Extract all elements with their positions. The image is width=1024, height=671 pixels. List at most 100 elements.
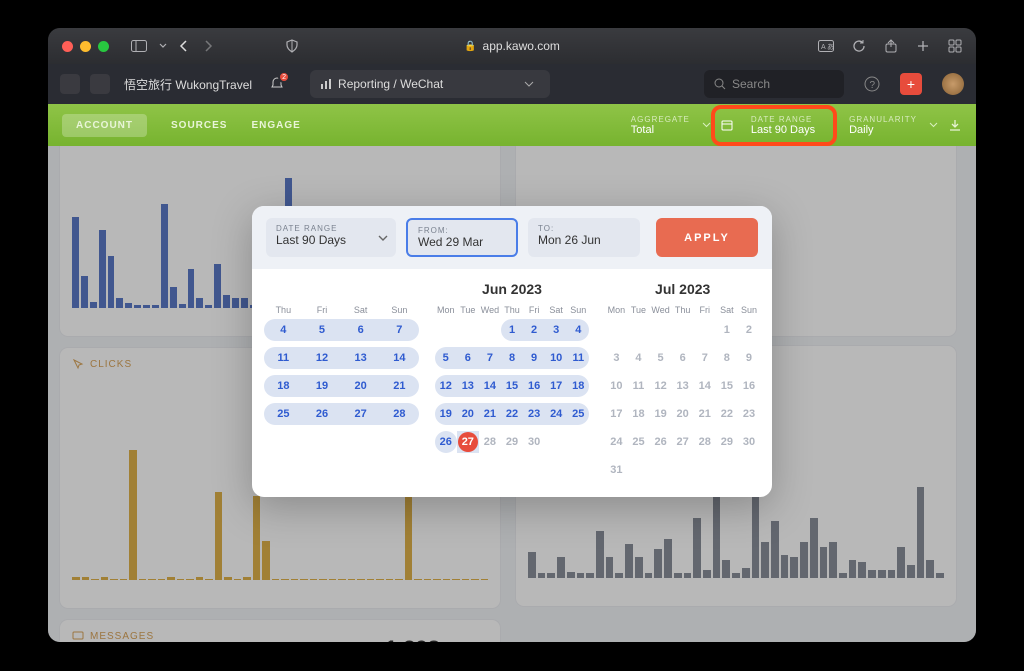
calendar-day[interactable]: 18 <box>627 403 649 425</box>
calendar-day[interactable]: 23 <box>523 403 545 425</box>
search-input[interactable]: Search <box>704 70 844 98</box>
calendar-day[interactable]: 13 <box>341 347 380 369</box>
refresh-icon[interactable] <box>852 39 866 53</box>
calendar-day[interactable]: 14 <box>694 375 716 397</box>
calendar-day[interactable]: 7 <box>694 347 716 369</box>
calendar-day[interactable]: 22 <box>501 403 523 425</box>
calendar-day[interactable] <box>457 319 479 341</box>
notifications-button[interactable]: 2 <box>270 77 284 91</box>
shield-icon[interactable] <box>285 39 299 53</box>
calendar-day[interactable]: 10 <box>605 375 627 397</box>
calendar-day[interactable]: 4 <box>627 347 649 369</box>
brand-name[interactable]: 悟空旅行 WukongTravel <box>124 76 252 93</box>
back-button[interactable] <box>175 40 192 52</box>
range-preset-selector[interactable]: DATE RANGE Last 90 Days <box>266 218 396 257</box>
calendar-day[interactable]: 5 <box>650 347 672 369</box>
calendar-day[interactable]: 16 <box>738 375 760 397</box>
calendar-day[interactable]: 11 <box>264 347 303 369</box>
calendar-day[interactable]: 29 <box>501 431 523 453</box>
tab-account[interactable]: ACCOUNT <box>62 114 147 137</box>
calendar-day[interactable]: 6 <box>672 347 694 369</box>
calendar-day[interactable]: 1 <box>716 319 738 341</box>
avatar[interactable] <box>942 73 964 95</box>
calendar-day[interactable]: 23 <box>738 403 760 425</box>
calendar-day[interactable]: 2 <box>523 319 545 341</box>
calendar-day[interactable]: 13 <box>457 375 479 397</box>
help-icon[interactable]: ? <box>864 76 880 92</box>
calendar-day[interactable]: 19 <box>303 375 342 397</box>
calendar-day[interactable]: 30 <box>523 431 545 453</box>
calendar-day[interactable]: 20 <box>457 403 479 425</box>
granularity-selector[interactable]: GRANULARITY Daily <box>837 111 938 140</box>
forward-button[interactable] <box>200 40 217 52</box>
apply-button[interactable]: APPLY <box>656 218 758 257</box>
date-range-selector[interactable]: DATE RANGE Last 90 Days <box>721 111 827 140</box>
calendar-day[interactable]: 25 <box>264 403 303 425</box>
calendar-day[interactable]: 6 <box>341 319 380 341</box>
calendar-day[interactable] <box>694 319 716 341</box>
calendar-day[interactable]: 26 <box>650 431 672 453</box>
calendar-day[interactable]: 1 <box>501 319 523 341</box>
calendar-day[interactable]: 18 <box>264 375 303 397</box>
calendar-day[interactable]: 19 <box>435 403 457 425</box>
tab-dropdown-icon[interactable] <box>159 43 167 49</box>
calendar-day[interactable]: 19 <box>650 403 672 425</box>
calendar-day[interactable]: 5 <box>303 319 342 341</box>
calendar-day[interactable]: 7 <box>380 319 419 341</box>
calendar-day[interactable]: 17 <box>605 403 627 425</box>
calendar-day[interactable]: 15 <box>501 375 523 397</box>
translate-icon[interactable]: Aあ <box>818 40 834 52</box>
calendar-day[interactable] <box>650 319 672 341</box>
calendar-day[interactable]: 11 <box>627 375 649 397</box>
calendar-day[interactable]: 13 <box>672 375 694 397</box>
calendar-day[interactable]: 10 <box>545 347 567 369</box>
calendar-day[interactable]: 24 <box>545 403 567 425</box>
calendar-day[interactable] <box>627 319 649 341</box>
calendar-day[interactable]: 28 <box>479 431 501 453</box>
sidebar-toggle-icon[interactable] <box>131 40 147 52</box>
aggregate-selector[interactable]: AGGREGATE Total <box>619 111 711 140</box>
calendar-day[interactable]: 4 <box>567 319 589 341</box>
calendar-day[interactable]: 14 <box>380 347 419 369</box>
calendar-day[interactable]: 27 <box>341 403 380 425</box>
calendar-day[interactable]: 26 <box>303 403 342 425</box>
calendar-day[interactable]: 31 <box>605 459 627 481</box>
new-tab-icon[interactable] <box>916 39 930 53</box>
calendar-day[interactable] <box>435 319 457 341</box>
calendar-day[interactable]: 20 <box>672 403 694 425</box>
calendar-day[interactable]: 15 <box>716 375 738 397</box>
calendar-day[interactable]: 6 <box>457 347 479 369</box>
calendar-day[interactable]: 27 <box>672 431 694 453</box>
calendar-day[interactable]: 26 <box>435 431 457 453</box>
calendar-day[interactable]: 24 <box>605 431 627 453</box>
tabs-overview-icon[interactable] <box>948 39 962 53</box>
calendar-day[interactable]: 16 <box>523 375 545 397</box>
calendar-day[interactable]: 12 <box>650 375 672 397</box>
calendar-day[interactable]: 21 <box>694 403 716 425</box>
calendar-day[interactable]: 22 <box>716 403 738 425</box>
calendar-day[interactable]: 9 <box>738 347 760 369</box>
calendar-day[interactable] <box>479 319 501 341</box>
calendar-day[interactable]: 2 <box>738 319 760 341</box>
from-date-field[interactable]: FROM: Wed 29 Mar <box>406 218 518 257</box>
calendar-day[interactable]: 14 <box>479 375 501 397</box>
calendar-day[interactable]: 3 <box>605 347 627 369</box>
calendar-day[interactable]: 25 <box>567 403 589 425</box>
calendar-day[interactable]: 7 <box>479 347 501 369</box>
calendar-day[interactable]: 8 <box>716 347 738 369</box>
calendar-day[interactable] <box>605 319 627 341</box>
calendar-day[interactable]: 25 <box>627 431 649 453</box>
to-date-field[interactable]: TO: Mon 26 Jun <box>528 218 640 257</box>
calendar-day[interactable] <box>672 319 694 341</box>
download-icon[interactable] <box>948 118 962 132</box>
calendar-day[interactable]: 11 <box>567 347 589 369</box>
calendar-day[interactable]: 4 <box>264 319 303 341</box>
calendar-day[interactable]: 3 <box>545 319 567 341</box>
calendar-day[interactable]: 21 <box>380 375 419 397</box>
tab-sources[interactable]: SOURCES <box>171 120 227 131</box>
add-button[interactable]: + <box>900 73 922 95</box>
calendar-day[interactable]: 28 <box>380 403 419 425</box>
close-window-button[interactable] <box>62 41 73 52</box>
reporting-selector[interactable]: Reporting / WeChat <box>310 70 550 98</box>
calendar-day[interactable]: 12 <box>303 347 342 369</box>
